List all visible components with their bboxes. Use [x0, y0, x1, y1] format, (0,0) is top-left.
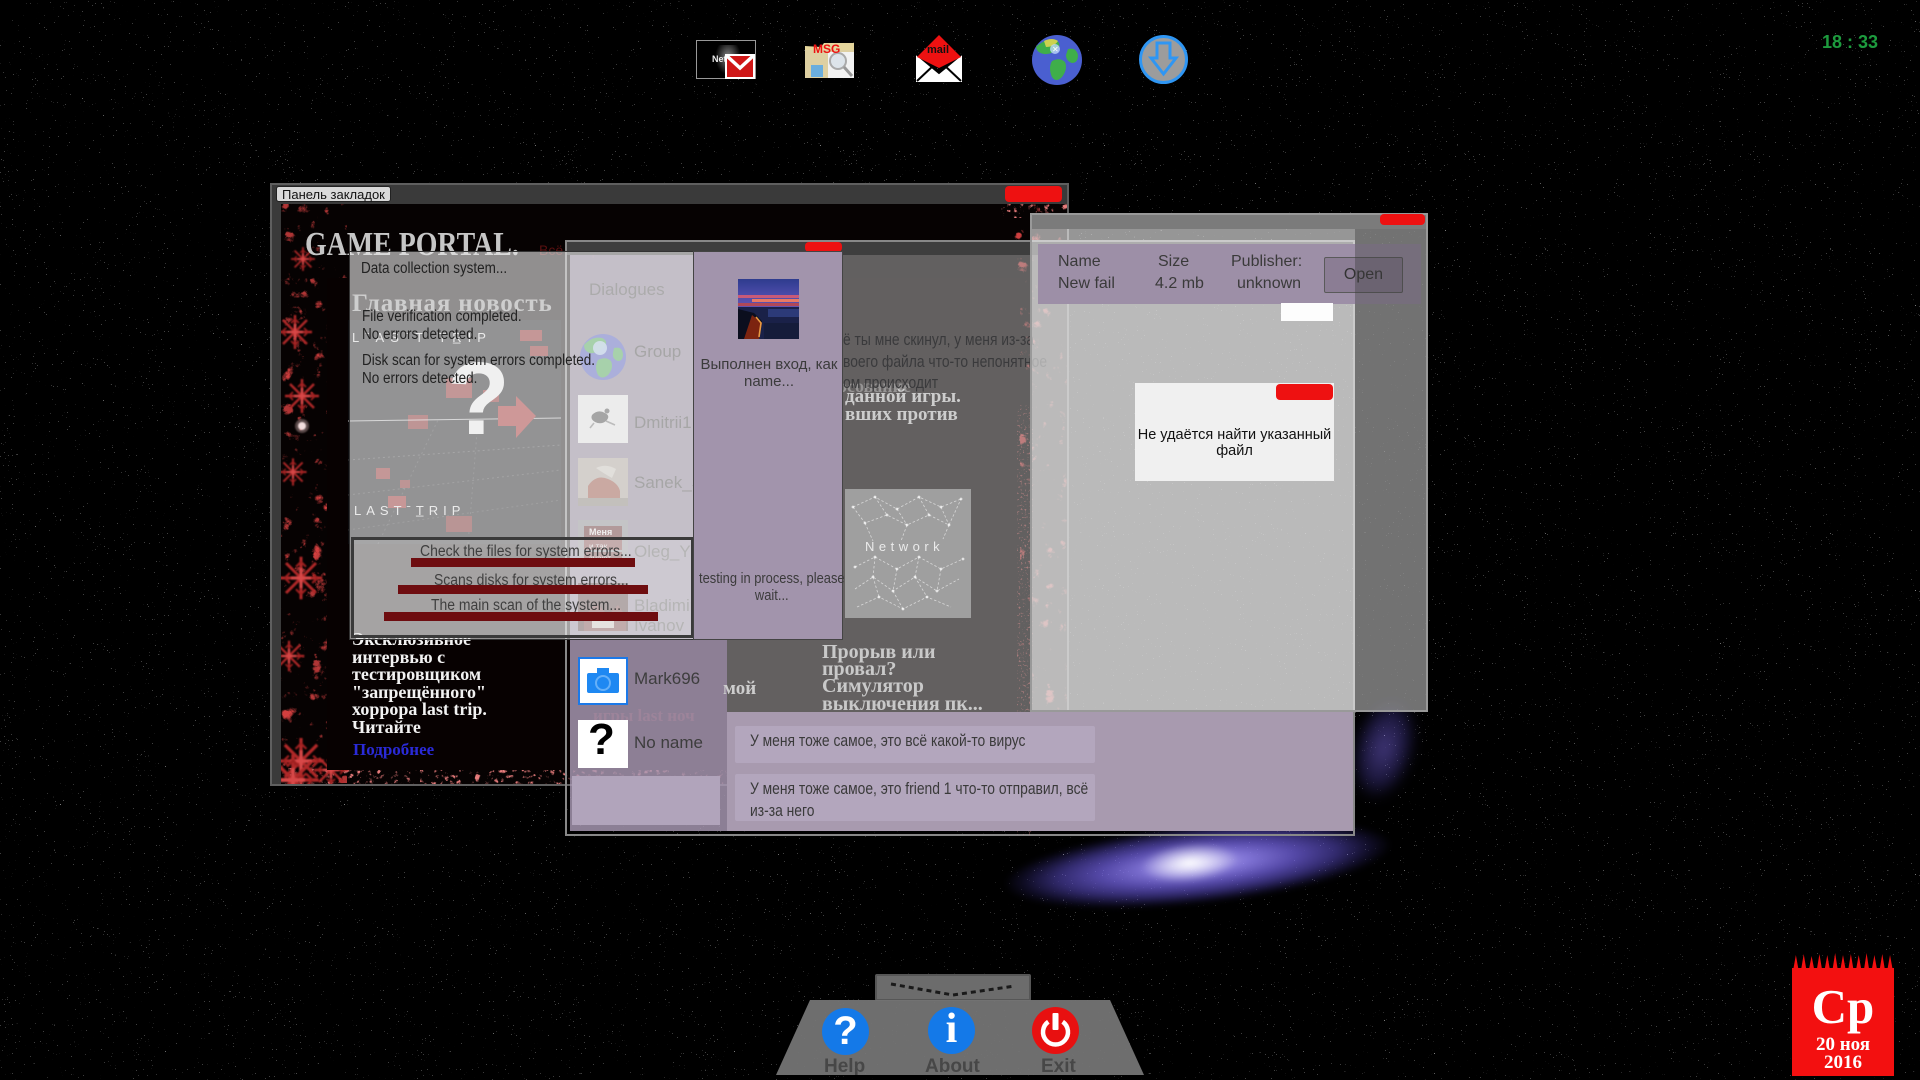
svg-text:MSG: MSG — [813, 42, 840, 56]
svg-text:Network: Network — [865, 539, 944, 554]
svg-text:✕: ✕ — [1052, 45, 1059, 54]
svg-text:mail: mail — [927, 44, 949, 56]
